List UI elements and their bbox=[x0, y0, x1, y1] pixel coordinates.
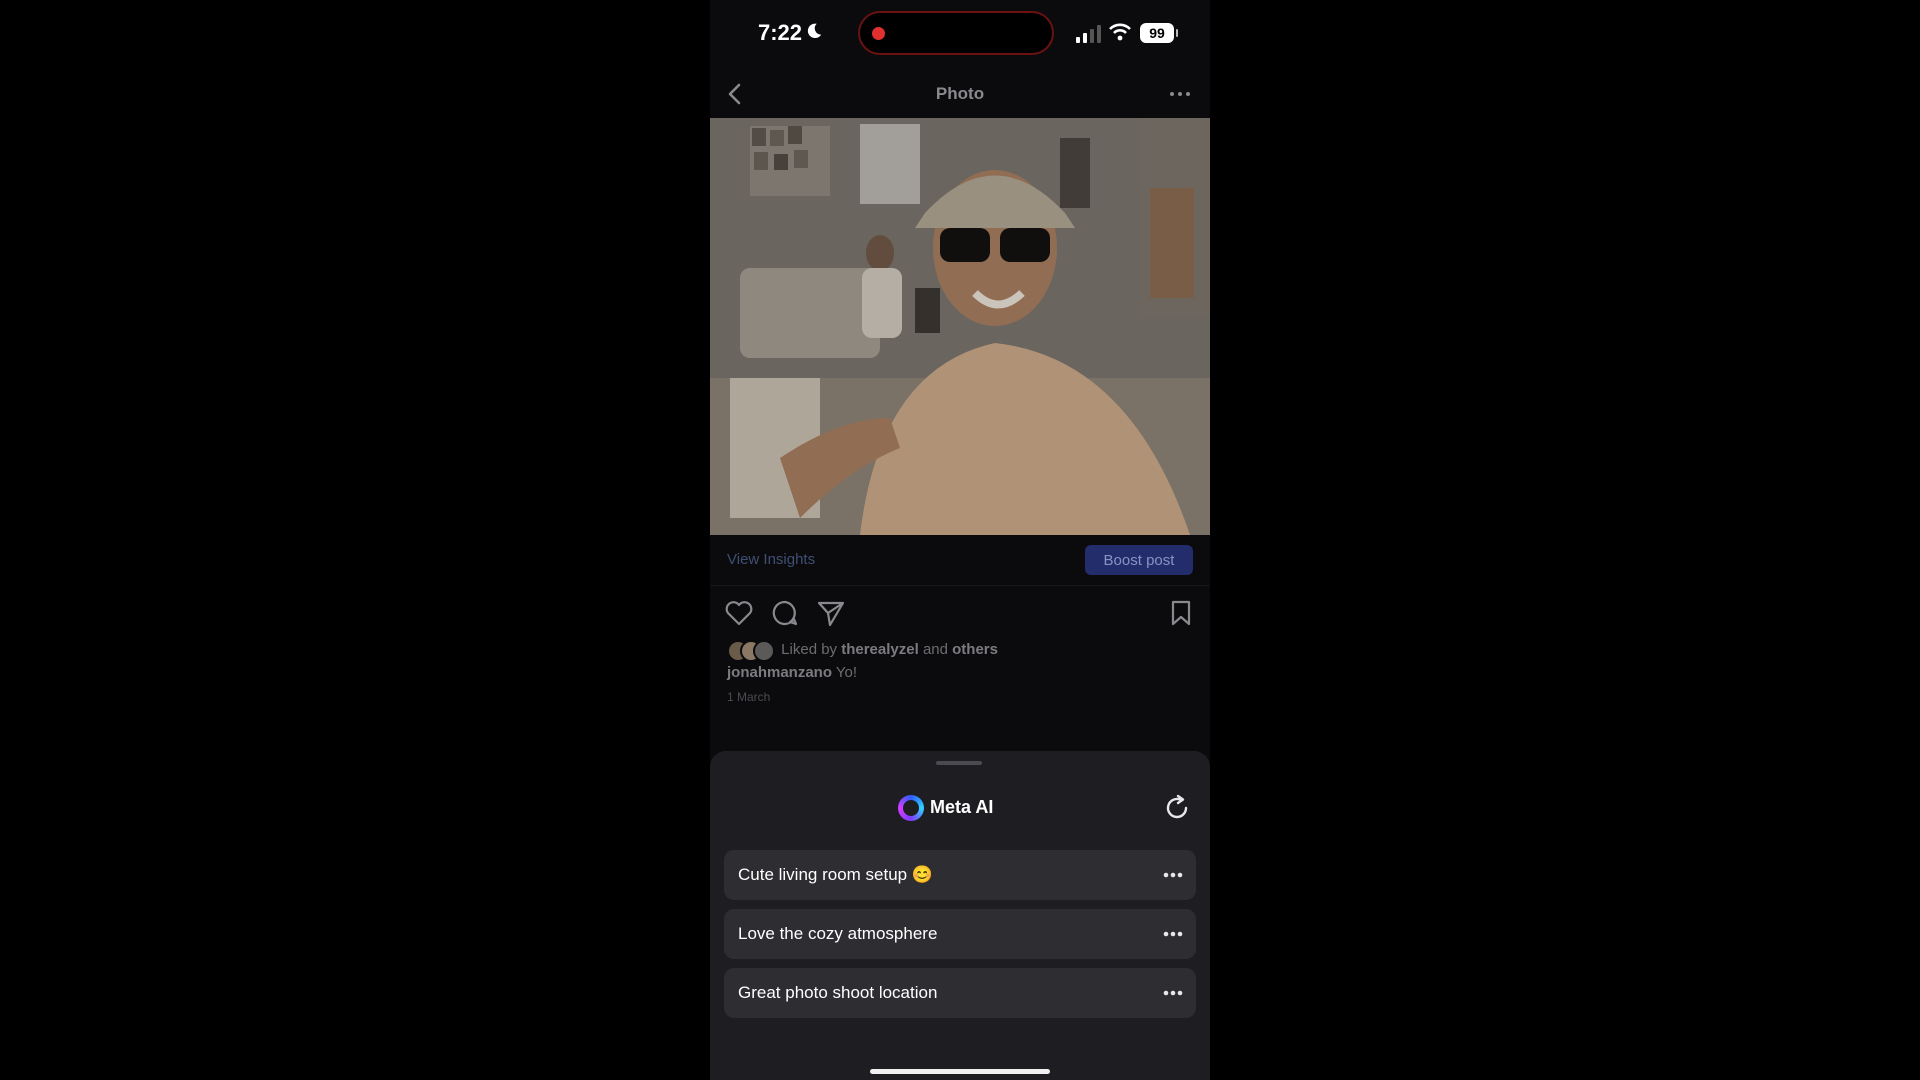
moon-icon bbox=[807, 23, 822, 39]
insights-row: View Insights Boost post bbox=[710, 535, 1210, 586]
post-caption: jonahmanzano Yo! bbox=[727, 664, 857, 681]
page-title: Photo bbox=[935, 84, 985, 103]
status-time: 7:22 bbox=[758, 20, 803, 45]
more-options-icon[interactable] bbox=[1162, 871, 1184, 879]
view-insights-link[interactable]: View Insights bbox=[727, 551, 815, 568]
boost-post-button[interactable]: Boost post bbox=[1085, 545, 1193, 575]
home-indicator[interactable] bbox=[870, 1069, 1050, 1074]
wifi-icon bbox=[1109, 23, 1131, 41]
liked-by-others[interactable]: others bbox=[952, 641, 998, 658]
dynamic-island[interactable] bbox=[858, 11, 1054, 55]
liked-by-text: Liked by therealyzel and others bbox=[781, 641, 998, 658]
suggestion-text: Love the cozy atmosphere bbox=[738, 924, 938, 943]
post-actions bbox=[710, 596, 1210, 630]
post-photo[interactable] bbox=[710, 118, 1210, 535]
nav-bar: Photo bbox=[710, 70, 1210, 118]
cellular-signal-icon bbox=[1076, 25, 1101, 43]
photo-dim-overlay bbox=[710, 118, 1210, 535]
sheet-header: Meta AI bbox=[710, 791, 1210, 825]
status-bar: 7:22 99 bbox=[710, 0, 1210, 70]
suggestion-item[interactable]: Love the cozy atmosphere bbox=[724, 909, 1196, 959]
share-paper-plane-icon[interactable] bbox=[816, 598, 846, 628]
phone-screen: 7:22 99 Photo View Insights Boost post L… bbox=[710, 0, 1210, 1080]
caption-username[interactable]: jonahmanzano bbox=[727, 664, 832, 681]
sheet-grabber[interactable] bbox=[936, 761, 982, 765]
like-heart-icon[interactable] bbox=[724, 598, 754, 628]
caption-text: Yo! bbox=[835, 664, 858, 681]
liked-by-and: and bbox=[922, 640, 948, 658]
more-options-icon[interactable] bbox=[1168, 90, 1192, 98]
sheet-title: Meta AI bbox=[930, 797, 994, 817]
suggestion-text: Cute living room setup 😊 bbox=[738, 865, 934, 884]
liked-by-prefix: Liked by bbox=[781, 640, 838, 658]
comment-bubble-icon[interactable] bbox=[770, 598, 800, 628]
post-date: 1 March bbox=[727, 690, 771, 704]
avatar bbox=[753, 640, 775, 662]
meta-ai-logo-icon bbox=[898, 795, 924, 821]
recording-indicator bbox=[872, 27, 885, 40]
battery-indicator: 99 bbox=[1140, 23, 1178, 43]
suggestion-item[interactable]: Great photo shoot location bbox=[724, 968, 1196, 1018]
liked-by-username[interactable]: therealyzel bbox=[841, 641, 919, 658]
suggestion-text: Great photo shoot location bbox=[738, 983, 938, 1002]
more-options-icon[interactable] bbox=[1162, 989, 1184, 997]
likes-summary[interactable]: Liked by therealyzel and others bbox=[727, 640, 998, 662]
meta-ai-sheet: Meta AI Cute living room setup 😊 Love th… bbox=[710, 751, 1210, 1080]
more-options-icon[interactable] bbox=[1162, 930, 1184, 938]
save-bookmark-icon[interactable] bbox=[1166, 598, 1196, 628]
liker-avatars bbox=[727, 640, 777, 662]
suggestion-item[interactable]: Cute living room setup 😊 bbox=[724, 850, 1196, 900]
refresh-icon[interactable] bbox=[1162, 793, 1192, 823]
